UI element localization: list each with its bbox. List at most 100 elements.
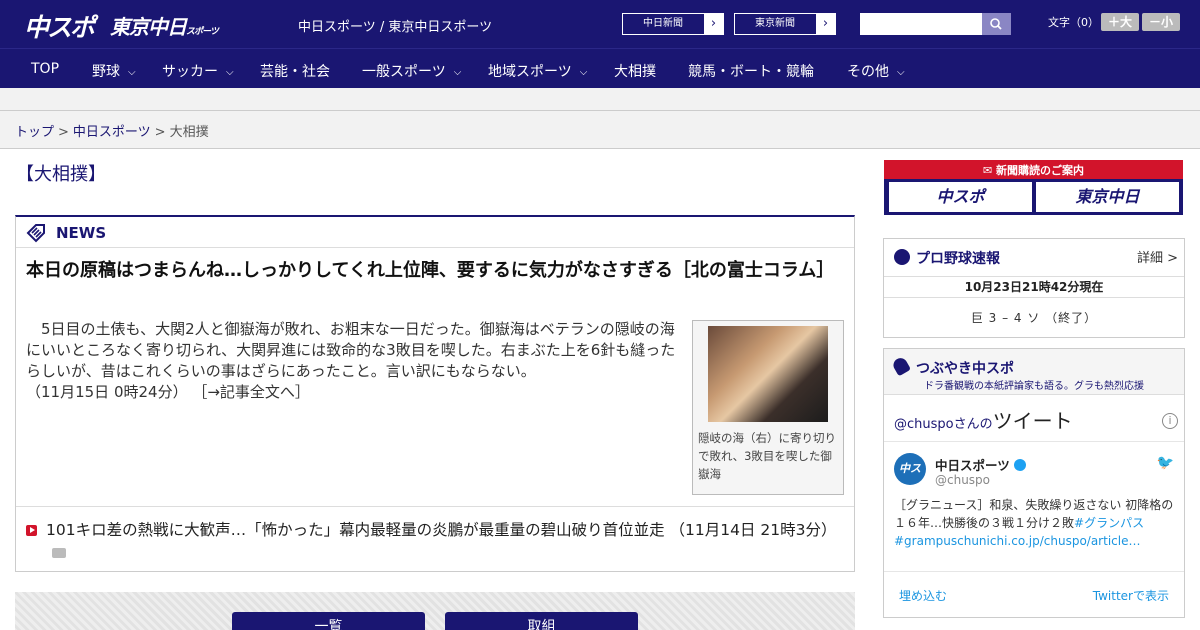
sub-article-link[interactable]: 101キロ差の熱戦に大歓声…「怖かった」幕内最軽量の炎鵬が最重量の碧山破り首位並… xyxy=(26,519,841,563)
site-header: 中スポ 東京中日スポーツ 中日スポーツ / 東京中日スポーツ 中日新聞 › 東京… xyxy=(0,0,1200,48)
baseball-detail-link[interactable]: 詳細 > xyxy=(1137,247,1178,266)
bouts-button[interactable]: 取組 xyxy=(445,612,638,630)
divider xyxy=(16,506,854,507)
divider xyxy=(884,571,1184,572)
main-nav: TOP 野球 ⌵ サッカー ⌵ 芸能・社会 一般スポーツ ⌵ 地域スポーツ ⌵ 大相撲 … xyxy=(0,48,1200,88)
subscription-title: ✉ 新聞購読のご案内 xyxy=(884,162,1183,178)
article-photo-card[interactable]: 隠岐の海（右）に寄り切りで敗れ、3敗目を喫した御嶽海 xyxy=(692,320,844,495)
tweet-text: ［グラニュース］和泉、失敗繰り返さない 初降格の１６年…快勝後の３戦１分け２敗#… xyxy=(894,496,1176,550)
video-icon xyxy=(26,525,37,536)
breadcrumb-separator: > xyxy=(154,125,166,140)
nav-item-sumo[interactable]: 大相撲 xyxy=(614,61,656,81)
nav-item-local-sports[interactable]: 地域スポーツ ⌵ xyxy=(488,61,587,81)
breadcrumb-top-link[interactable]: トップ xyxy=(15,125,54,140)
news-tag-icon xyxy=(26,224,45,243)
subscription-title-text: 新聞購読のご案内 xyxy=(996,164,1085,177)
tokyo-logo-small: スポーツ xyxy=(186,27,219,37)
nav-label: 地域スポーツ xyxy=(488,64,572,80)
sub-article-title: 101キロ差の熱戦に大歓声…「怖かった」幕内最軽量の炎鵬が最重量の碧山破り首位並… xyxy=(46,521,665,539)
tokyo-shimbun-button[interactable]: 東京新聞 › xyxy=(734,13,836,35)
subscribe-tokyo-chunichi-button[interactable]: 東京中日 xyxy=(1036,182,1179,212)
twitter-bird-icon[interactable]: 🐦 xyxy=(1157,455,1174,471)
chevron-down-icon: ⌵ xyxy=(128,67,136,78)
article-timestamp: （11月15日 0時24分） xyxy=(26,383,188,401)
tweet-hashtag[interactable]: #グランパス xyxy=(1074,516,1144,530)
baseball-widget-title: プロ野球速報 xyxy=(916,251,1000,267)
tokyo-logo-text: 東京中日 xyxy=(110,15,187,39)
chevron-right-icon: › xyxy=(703,14,723,34)
baseball-scores-widget: プロ野球速報 詳細 > 10月23日21時42分現在 巨 3 – 4 ソ （終了… xyxy=(883,238,1185,338)
nav-item-general-sports[interactable]: 一般スポーツ ⌵ xyxy=(362,61,461,81)
list-button[interactable]: 一覧 xyxy=(232,612,425,630)
article-summary-text: 5日目の土俵も、大関2人と御嶽海が敗れ、お粗末な一日だった。御嶽海はベテランの隠… xyxy=(26,320,676,380)
bottom-strip xyxy=(15,592,855,630)
info-icon[interactable]: i xyxy=(1162,413,1178,429)
article-summary: 5日目の土俵も、大関2人と御嶽海が敗れ、お粗末な一日だった。御嶽海はベテランの隠… xyxy=(26,319,676,403)
chevron-down-icon: ⌵ xyxy=(453,67,462,78)
nav-item-baseball[interactable]: 野球 ⌵ xyxy=(92,61,136,81)
tweet-author-name[interactable]: 中日スポーツ xyxy=(935,455,1026,474)
nav-label: 芸能・社会 xyxy=(260,64,330,80)
tweets-user[interactable]: @chuspoさんの xyxy=(894,417,993,432)
breadcrumb: トップ > 中日スポーツ > 大相撲 xyxy=(15,121,209,140)
nav-label: その他 xyxy=(847,64,889,80)
nav-label: サッカー xyxy=(162,64,218,80)
embed-link[interactable]: 埋め込む xyxy=(899,587,947,604)
font-smaller-button[interactable]: －小 xyxy=(1142,13,1180,31)
breadcrumb-bar: トップ > 中日スポーツ > 大相撲 xyxy=(0,110,1200,149)
nav-label: TOP xyxy=(31,61,60,77)
news-section: NEWS 本日の原稿はつまらんね…しっかりしてくれ上位陣、要するに気力がなさすぎ… xyxy=(15,215,855,572)
chunichi-shimbun-label: 中日新聞 xyxy=(643,18,683,29)
chevron-down-icon: ⌵ xyxy=(897,67,905,78)
twitter-widget-title: つぶやき中スポ xyxy=(916,361,1014,377)
article-headline[interactable]: 本日の原稿はつまらんね…しっかりしてくれ上位陣、要するに気力がなさすぎる［北の富… xyxy=(26,258,846,284)
divider xyxy=(884,441,1184,442)
nav-label: 野球 xyxy=(92,64,120,80)
read-more-link[interactable]: ［→記事全文へ］ xyxy=(192,383,310,401)
breadcrumb-separator: > xyxy=(58,125,69,140)
article-photo[interactable] xyxy=(708,326,828,422)
chuspo-logo[interactable]: 中スポ xyxy=(24,8,95,44)
nav-label: 競馬・ボート・競輪 xyxy=(688,64,814,80)
twitter-widget-subtitle: ドラ番観戦の本紙評論家も語る。グラも熱烈応援 xyxy=(924,381,1144,392)
camera-icon xyxy=(52,548,66,558)
baseball-updated-time: 10月23日21時42分現在 xyxy=(884,276,1184,298)
twitter-widget: つぶやき中スポ ドラ番観戦の本紙評論家も語る。グラも熱烈応援 @chuspoさん… xyxy=(883,348,1185,618)
search-button[interactable] xyxy=(982,13,1011,35)
newspaper-icon: ✉ xyxy=(982,164,997,177)
photo-caption: 隠岐の海（右）に寄り切りで敗れ、3敗目を喫した御嶽海 xyxy=(698,431,836,481)
tweets-heading: @chuspoさんのツイート xyxy=(894,405,1073,434)
font-larger-button[interactable]: ＋大 xyxy=(1101,13,1139,31)
site-names[interactable]: 中日スポーツ / 東京中日スポーツ xyxy=(298,16,492,35)
chevron-down-icon: ⌵ xyxy=(226,67,234,78)
page-title: 【大相撲】 xyxy=(16,164,106,185)
sub-article-timestamp: （11月14日 21時3分） xyxy=(669,521,837,539)
news-header: NEWS xyxy=(16,217,854,248)
nav-item-top[interactable]: TOP xyxy=(31,61,59,77)
search-input[interactable] xyxy=(860,13,983,35)
nav-item-entertainment[interactable]: 芸能・社会 xyxy=(260,61,330,81)
baseball-score[interactable]: 巨 3 – 4 ソ （終了） xyxy=(884,309,1184,326)
view-on-twitter-link[interactable]: Twitterで表示 xyxy=(1093,587,1169,604)
tweet-link[interactable]: #grampuschunichi.co.jp/chuspo/article… xyxy=(894,534,1140,548)
breadcrumb-current: 大相撲 xyxy=(169,125,209,140)
nav-item-racing[interactable]: 競馬・ボート・競輪 xyxy=(688,61,814,81)
subscribe-chuspo-button[interactable]: 中スポ xyxy=(889,182,1032,212)
tokyo-shimbun-label: 東京新聞 xyxy=(755,18,795,29)
font-size-label: 文字（0） xyxy=(1048,16,1099,29)
chunichi-shimbun-button[interactable]: 中日新聞 › xyxy=(622,13,724,35)
chevron-right-icon: › xyxy=(815,14,835,34)
chevron-down-icon: ⌵ xyxy=(579,67,588,78)
tweet-author-handle[interactable]: @chuspo xyxy=(935,473,990,487)
nav-item-other[interactable]: その他 ⌵ xyxy=(847,61,905,81)
news-label: NEWS xyxy=(56,224,107,242)
baseball-icon xyxy=(894,249,910,265)
avatar[interactable]: 中スポ xyxy=(894,453,926,507)
tweets-heading-text: ツイート xyxy=(992,409,1073,433)
breadcrumb-section-link[interactable]: 中日スポーツ xyxy=(73,125,151,140)
verified-icon xyxy=(1013,459,1026,471)
nav-label: 一般スポーツ xyxy=(362,64,446,80)
search-icon xyxy=(990,18,1002,30)
tokyo-chunichi-logo[interactable]: 東京中日スポーツ xyxy=(110,11,219,40)
nav-item-soccer[interactable]: サッカー ⌵ xyxy=(162,61,234,81)
